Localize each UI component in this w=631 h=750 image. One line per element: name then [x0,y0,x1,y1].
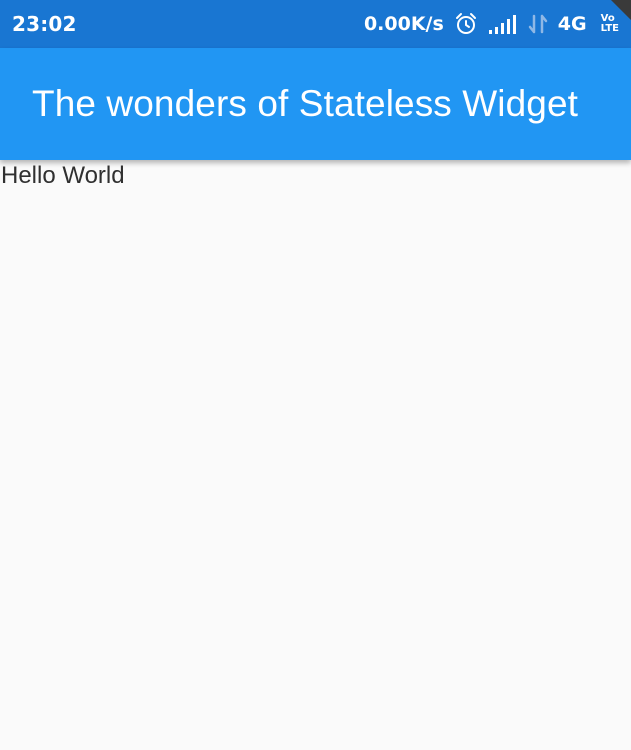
network-type: 4G [557,13,587,35]
status-bar: 23:02 0.00K/s 4G Vo LTE [0,0,631,48]
data-arrows-icon [528,12,548,36]
screen-corner [609,0,631,22]
status-icons: 0.00K/s 4G Vo LTE [364,12,619,36]
app-bar: The wonders of Stateless Widget [0,48,631,160]
signal-icon [488,13,518,35]
status-time: 23:02 [12,12,77,36]
volte-bottom-label: LTE [600,23,619,34]
net-speed: 0.00K/s [363,13,444,35]
alarm-icon [454,12,478,36]
app-title: The wonders of Stateless Widget [32,83,579,124]
hello-world-text: Hello World [1,162,125,189]
